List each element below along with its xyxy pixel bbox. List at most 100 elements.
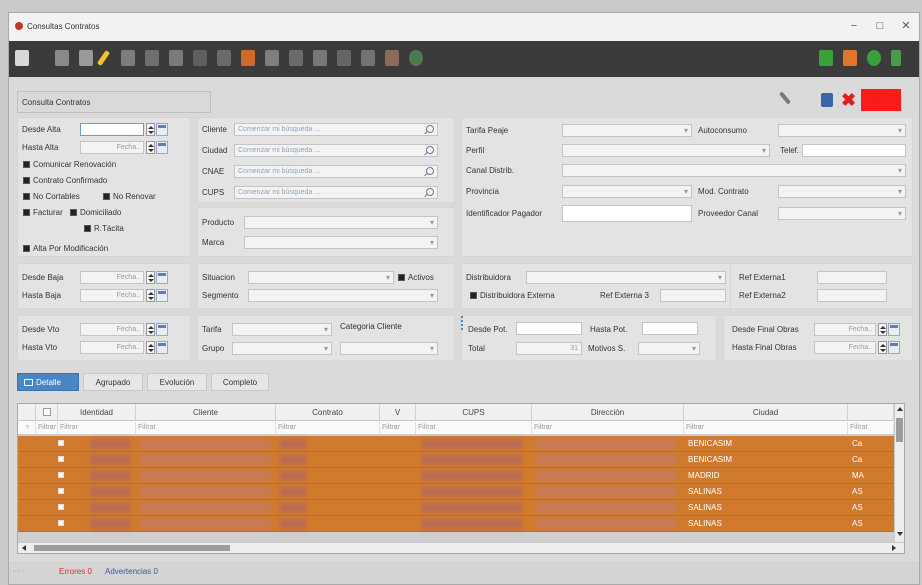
canal-distrib-select[interactable] bbox=[562, 164, 906, 177]
hasta-final-obras-input[interactable]: Fecha.. bbox=[814, 341, 876, 354]
users-icon[interactable] bbox=[265, 50, 279, 66]
column-header-cliente[interactable]: Cliente bbox=[136, 404, 276, 421]
desde-baja-calendar-icon[interactable] bbox=[156, 271, 168, 284]
exit-icon[interactable] bbox=[891, 50, 901, 66]
hasta-alta-input[interactable]: Fecha.. bbox=[80, 141, 144, 154]
drag-handle-icon[interactable] bbox=[461, 316, 464, 330]
paste-icon[interactable] bbox=[121, 50, 135, 66]
table-row[interactable]: MADRID MA bbox=[18, 468, 904, 484]
cnae-search-icon[interactable] bbox=[426, 167, 434, 175]
errores-count[interactable]: Errores 0 bbox=[59, 567, 92, 576]
motivos-s-select[interactable] bbox=[638, 342, 700, 355]
row-checkbox[interactable] bbox=[58, 488, 64, 494]
filter-contrato[interactable]: Filtrar bbox=[276, 422, 380, 434]
alta-por-modificacion-checkbox[interactable] bbox=[23, 245, 30, 252]
advertencias-count[interactable]: Advertencias 0 bbox=[105, 567, 158, 576]
cliente-search-icon[interactable] bbox=[426, 125, 434, 133]
scroll-down-icon[interactable] bbox=[897, 532, 903, 536]
vertical-scrollbar[interactable] bbox=[894, 404, 904, 542]
export-icon[interactable] bbox=[289, 50, 303, 66]
send-all-icon[interactable] bbox=[337, 50, 351, 66]
delete-icon[interactable]: ✖ bbox=[841, 91, 859, 109]
filter-extra[interactable]: Filtrar bbox=[848, 422, 894, 434]
desde-baja-spin[interactable] bbox=[146, 271, 155, 284]
maximize-button[interactable]: □ bbox=[871, 19, 889, 33]
producto-select[interactable] bbox=[244, 216, 438, 229]
grupo-select[interactable] bbox=[232, 342, 332, 355]
horizontal-scrollbar[interactable] bbox=[18, 542, 904, 553]
ref-externa3-input[interactable] bbox=[660, 289, 726, 302]
tab-evolucion[interactable]: Evolución bbox=[147, 373, 207, 391]
column-header-contrato[interactable]: Contrato bbox=[276, 404, 380, 421]
row-checkbox[interactable] bbox=[58, 456, 64, 462]
column-header-extra[interactable] bbox=[848, 404, 894, 421]
comunicar-renovacion-checkbox[interactable] bbox=[23, 161, 30, 168]
hasta-vto-spin[interactable] bbox=[146, 341, 155, 354]
report-icon[interactable] bbox=[193, 50, 207, 66]
cancel-button[interactable]: Cancel bbox=[861, 89, 901, 111]
column-header-ciudad[interactable]: Ciudad bbox=[684, 404, 848, 421]
tab-detalle[interactable]: Detalle bbox=[17, 373, 79, 391]
hasta-pot-input[interactable] bbox=[642, 322, 698, 335]
row-checkbox[interactable] bbox=[58, 472, 64, 478]
autoconsumo-select[interactable] bbox=[778, 124, 906, 137]
globe-icon[interactable] bbox=[409, 50, 423, 66]
row-checkbox[interactable] bbox=[58, 440, 64, 446]
download-orange-icon[interactable] bbox=[843, 50, 857, 66]
ref-externa1-input[interactable] bbox=[817, 271, 887, 284]
hasta-vto-calendar-icon[interactable] bbox=[156, 341, 168, 354]
segmento-select[interactable] bbox=[248, 289, 438, 302]
desde-alta-calendar-icon[interactable] bbox=[156, 123, 168, 136]
grid-select-all-header[interactable] bbox=[36, 404, 58, 421]
cnae-search-input[interactable]: Comenzar mi búsqueda ... bbox=[234, 165, 438, 178]
close-button[interactable]: ✕ bbox=[897, 19, 915, 33]
document-icon[interactable] bbox=[79, 50, 93, 66]
tarifa-select[interactable] bbox=[232, 323, 332, 336]
hasta-baja-calendar-icon[interactable] bbox=[156, 289, 168, 302]
minimize-button[interactable]: − bbox=[845, 19, 863, 33]
cups-search-icon[interactable] bbox=[426, 188, 434, 196]
perfil-select[interactable] bbox=[562, 144, 770, 157]
identificador-pagador-input[interactable] bbox=[562, 205, 692, 222]
ciudad-search-input[interactable]: Comenzar mi búsqueda ... bbox=[234, 144, 438, 157]
table-row[interactable]: SALINAS AS bbox=[18, 484, 904, 500]
contrato-confirmado-checkbox[interactable] bbox=[23, 177, 30, 184]
hasta-final-obras-spin[interactable] bbox=[878, 341, 887, 354]
forward-icon[interactable] bbox=[169, 50, 183, 66]
send-next-icon[interactable] bbox=[361, 50, 375, 66]
cups-search-input[interactable]: Comenzar mi búsqueda ... bbox=[234, 186, 438, 199]
distribuidora-externa-checkbox[interactable] bbox=[470, 292, 477, 299]
tab-agrupado[interactable]: Agrupado bbox=[83, 373, 143, 391]
row-checkbox[interactable] bbox=[58, 520, 64, 526]
desde-final-obras-spin[interactable] bbox=[878, 323, 887, 336]
hasta-baja-spin[interactable] bbox=[146, 289, 155, 302]
filter-identidad[interactable]: Filtrar bbox=[58, 422, 136, 434]
ciudad-search-icon[interactable] bbox=[426, 146, 434, 154]
scroll-left-icon[interactable] bbox=[22, 545, 26, 551]
filter-ciudad[interactable]: Filtrar bbox=[684, 422, 848, 434]
activos-checkbox[interactable] bbox=[398, 274, 405, 281]
key-icon[interactable] bbox=[778, 91, 792, 105]
filter-cliente[interactable]: Filtrar bbox=[136, 422, 276, 434]
distribuidora-select[interactable] bbox=[526, 271, 726, 284]
filter-select[interactable]: Filtrar bbox=[36, 422, 58, 434]
download-green-icon[interactable] bbox=[819, 50, 833, 66]
scroll-up-icon[interactable] bbox=[897, 407, 903, 411]
upload-icon[interactable] bbox=[241, 50, 255, 66]
desde-baja-input[interactable]: Fecha.. bbox=[80, 271, 144, 284]
no-cortables-checkbox[interactable] bbox=[23, 193, 30, 200]
ref-externa2-input[interactable] bbox=[817, 289, 887, 302]
copy-icon[interactable] bbox=[55, 50, 69, 66]
marca-select[interactable] bbox=[244, 236, 438, 249]
hasta-final-obras-calendar-icon[interactable] bbox=[888, 341, 900, 354]
vertical-scroll-thumb[interactable] bbox=[896, 418, 903, 442]
facturar-checkbox[interactable] bbox=[23, 209, 30, 216]
table-row[interactable]: BENICASIM Ca bbox=[18, 452, 904, 468]
tarifa-peaje-select[interactable] bbox=[562, 124, 692, 137]
row-checkbox[interactable] bbox=[58, 504, 64, 510]
column-header-v[interactable]: V bbox=[380, 404, 416, 421]
table-row[interactable]: SALINAS AS bbox=[18, 500, 904, 516]
desde-vto-calendar-icon[interactable] bbox=[156, 323, 168, 336]
filter-icon[interactable] bbox=[15, 50, 29, 66]
tab-completo[interactable]: Completo bbox=[211, 373, 269, 391]
